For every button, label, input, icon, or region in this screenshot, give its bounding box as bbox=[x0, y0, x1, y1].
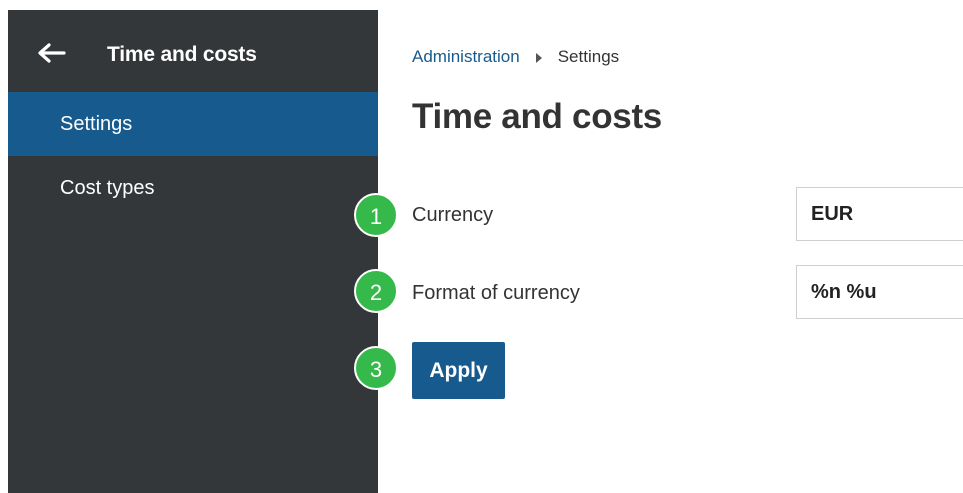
sidebar-header: Time and costs bbox=[8, 10, 378, 92]
currency-input[interactable] bbox=[796, 187, 963, 241]
sidebar-item-cost-types[interactable]: Cost types bbox=[8, 156, 378, 220]
sidebar: Time and costs Settings Cost types bbox=[8, 10, 378, 493]
breadcrumb: Administration Settings bbox=[412, 46, 619, 68]
page-title: Time and costs bbox=[412, 97, 662, 136]
apply-button[interactable]: Apply bbox=[412, 342, 505, 399]
arrow-left-icon[interactable] bbox=[38, 43, 66, 63]
triangle-right-icon bbox=[535, 53, 542, 63]
breadcrumb-administration-link[interactable]: Administration bbox=[412, 46, 520, 68]
step-badge-3: 3 bbox=[354, 346, 398, 390]
currency-label: Currency bbox=[412, 204, 494, 226]
step-badge-2: 2 bbox=[354, 269, 398, 313]
currency-format-label: Format of currency bbox=[412, 282, 580, 304]
sidebar-item-settings[interactable]: Settings bbox=[8, 92, 378, 156]
sidebar-title: Time and costs bbox=[107, 43, 257, 66]
currency-format-input[interactable] bbox=[796, 265, 963, 319]
step-badge-1: 1 bbox=[354, 193, 398, 237]
breadcrumb-current: Settings bbox=[557, 47, 620, 66]
